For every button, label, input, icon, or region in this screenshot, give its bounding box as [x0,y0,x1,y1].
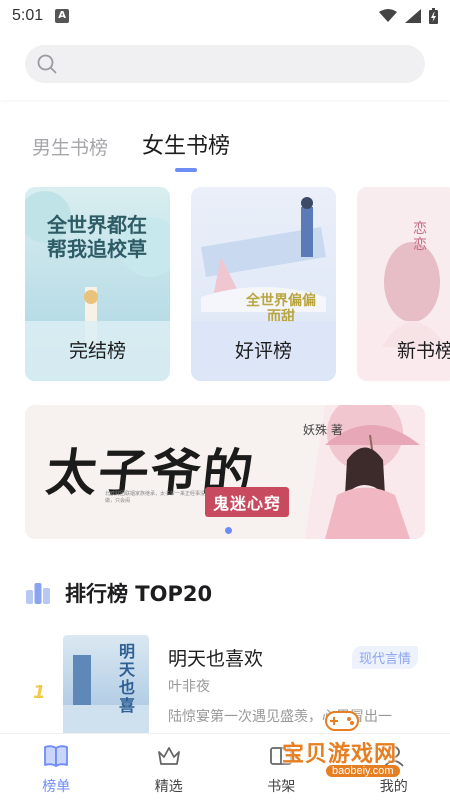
search-input[interactable] [25,45,425,83]
rank-card-label: 新书榜 [397,340,450,362]
rank-cards-carousel: 全世界都在帮我追校草 完结榜 全世界偏偏而甜 好评榜 恋恋 新书榜 [25,187,450,381]
book-cover: 明天也喜 [63,635,149,740]
promo-banner[interactable]: 太子爷的 鬼迷心窍 妖殊 著 北欧财团联姻家族继承，太子爷一来正经事没做，只会闹 [25,405,425,539]
banner-blurb: 北欧财团联姻家族继承，太子爷一来正经事没做，只会闹 [105,491,206,504]
nav-ranking[interactable]: 榜单 [0,734,113,800]
banner-subtitle: 鬼迷心窍 [205,487,290,517]
nav-profile[interactable]: 我的 [338,734,450,800]
rank-card-label: 好评榜 [234,340,292,362]
wifi-icon [379,9,397,22]
book-title: 明天也喜欢 [168,648,264,670]
user-icon [384,746,404,767]
book-cover-text: 明天也喜 [119,642,136,715]
tab-female-ranking[interactable]: 女生书榜 [142,128,231,172]
signal-icon [405,9,421,23]
nav-label: 精选 [154,779,183,795]
nav-label: 榜单 [42,779,71,795]
tab-male-ranking[interactable]: 男生书榜 [32,133,108,160]
gender-tabs: 男生书榜 女生书榜 [32,128,231,172]
rank-card-cover-text: 全世界都在帮我追校草 [47,213,147,261]
book-author: 叶非夜 [168,679,210,695]
book-open-icon [44,745,69,767]
bookshelf-icon [270,747,293,765]
rank-card-new[interactable]: 恋恋 新书榜 [357,187,450,381]
rank-number: 1 [33,682,46,703]
banner-dot-active [225,527,232,534]
banner-author: 妖殊 著 [303,423,343,437]
search-icon [37,54,57,74]
status-time: 5:01 [12,7,44,24]
a-notification-icon: A [55,9,70,23]
book-category-tag: 现代言情 [352,646,419,669]
rank-card-cover-text: 恋恋 [413,221,427,253]
tab-label: 女生书榜 [142,134,231,159]
nav-bookshelf[interactable]: 书架 [225,734,338,800]
section-header: 排行榜 TOP20 [25,578,212,608]
nav-label: 书架 [267,779,296,795]
rank-card-label: 完结榜 [68,340,126,362]
battery-icon [429,8,438,24]
tab-label: 男生书榜 [32,137,109,159]
tab-active-indicator [175,168,198,172]
status-bar: 5:01 A [0,0,450,32]
rank-card-completed[interactable]: 全世界都在帮我追校草 完结榜 [25,187,170,381]
nav-featured[interactable]: 精选 [113,734,226,800]
rank-card-rating[interactable]: 全世界偏偏而甜 好评榜 [191,187,336,381]
nav-label: 我的 [379,779,408,795]
ranking-icon [26,583,50,604]
status-icons [379,8,438,24]
book-list-item[interactable]: 1 明天也喜 明天也喜欢 现代言情 叶非夜 陆惊宴第一次遇见盛羡，心里冒出一 [0,630,450,740]
search-bar-container [0,32,450,100]
book-description: 陆惊宴第一次遇见盛羡，心里冒出一 [168,709,392,725]
banner-pagination [225,527,232,534]
section-title: 排行榜 TOP20 [65,582,213,606]
bottom-navigation: 榜单 精选 书架 我的 [0,733,450,800]
crown-icon [157,747,180,765]
